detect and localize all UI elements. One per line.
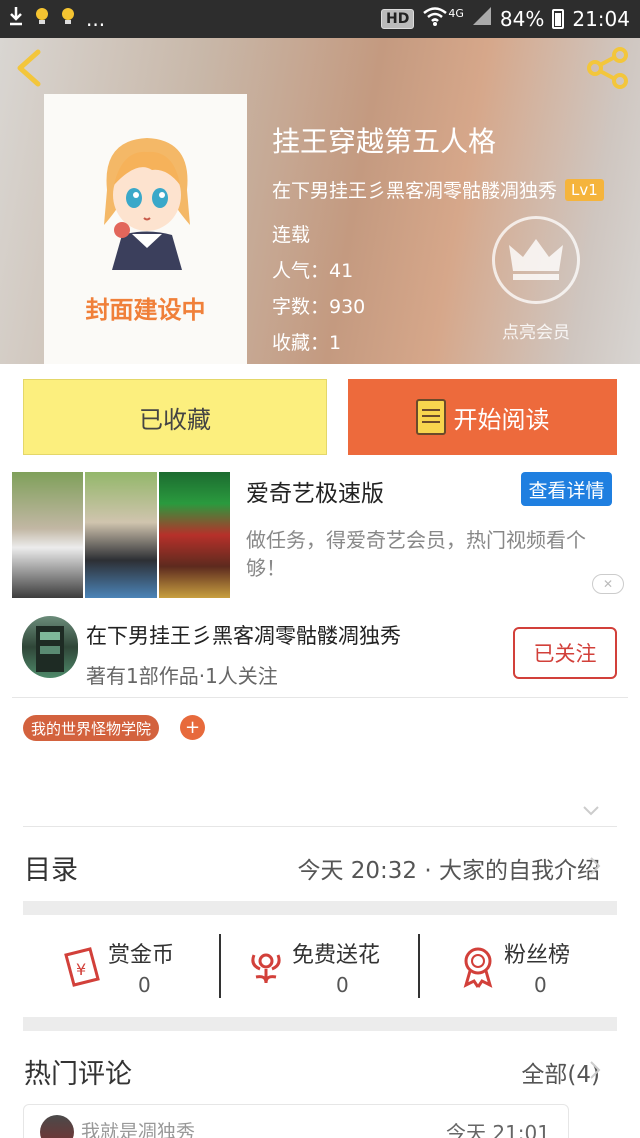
medal-icon [463,947,493,988]
stat-label: 赏金币 [108,943,175,968]
author-name: 在下男挂王彡黑客凋零骷髅凋独秀 [272,180,558,202]
tag-chip[interactable]: 我的世界怪物学院 [23,715,160,741]
anime-girl-illustration [104,138,190,270]
vip-label: 点亮会员 [502,323,570,343]
author-avatar[interactable] [22,616,78,678]
ad-thumbnails[interactable] [12,472,230,598]
share-icon [587,47,628,89]
lightbulb-icon [34,6,50,31]
start-reading-button[interactable]: 开始阅读 [348,379,617,455]
stat-value: 0 [534,973,547,997]
start-reading-label: 开始阅读 [453,405,550,434]
battery-icon [552,8,565,29]
author-line[interactable]: 在下男挂王彡黑客凋零骷髅凋独秀 Lv1 [272,176,604,203]
ad-thumbnail [12,472,84,598]
crown-icon [509,239,563,280]
svg-text:¥: ¥ [76,960,86,979]
stat-value: 0 [138,973,151,997]
network-type: 4G [448,7,464,20]
ad-description: 做任务，得爱奇艺会员，热门视频看个够！ [246,528,586,580]
comment-time: 今天 21:01 [446,1121,550,1138]
section-separator [23,1017,617,1031]
chevron-right-icon [590,1061,601,1079]
section-separator [23,901,617,915]
hd-badge: HD [381,8,415,29]
clock: 21:04 [572,6,630,31]
stat-label: 免费送花 [292,943,381,968]
ad-thumbnail [85,472,157,598]
share-button[interactable] [586,46,630,90]
reward-coin-button[interactable]: ¥ 赏金币 0 [58,935,208,1001]
divider [12,697,628,698]
add-tag-button[interactable]: + [180,715,205,740]
hot-comments-label: 热门评论 [24,1059,132,1090]
flower-icon [251,953,281,984]
more-notifications: ... [86,6,106,31]
chevron-right-icon [590,857,601,875]
book-header: 封面建设中 挂王穿越第五人格 在下男挂王彡黑客凋零骷髅凋独秀 Lv1 连载 人气… [0,38,640,364]
ad-close-button[interactable]: ✕ [592,574,624,594]
status-bar: ... HD 4G 84% 21:04 [0,0,640,38]
back-button[interactable] [12,48,48,88]
follow-button[interactable]: 已关注 [513,627,617,679]
ad-thumbnail [158,472,230,598]
wifi-icon [422,6,448,31]
word-count: 字数：930 [272,296,366,318]
cover-placeholder-text: 封面建设中 [85,296,206,324]
favorites-count: 收藏：1 [272,332,342,354]
battery-percent: 84% [499,6,545,31]
author-card-name[interactable]: 在下男挂王彡黑客凋零骷髅凋独秀 [86,620,401,650]
ad-title[interactable]: 爱奇艺极速版 [246,474,384,508]
commenter-name: 我就是凋独秀 [81,1121,196,1138]
vip-button[interactable] [492,216,580,304]
commenter-avatar[interactable] [40,1115,74,1138]
stat-label: 粉丝榜 [504,943,571,968]
author-card-stats: 著有1部作品·1人关注 [86,664,278,688]
vertical-divider [219,934,221,998]
catalog-label[interactable]: 目录 [24,848,78,887]
book-icon [415,399,446,435]
chevron-down-icon[interactable] [582,804,600,818]
book-cover[interactable]: 封面建设中 [44,94,247,364]
lightbulb-icon [60,6,76,31]
stat-value: 0 [336,973,349,997]
comment-item[interactable]: 我就是凋独秀 今天 21:01 [23,1104,569,1138]
serial-status: 连载 [272,224,311,246]
send-flower-button[interactable]: 免费送花 0 [246,935,406,1001]
popularity: 人气：41 [272,260,354,282]
reward-coin-icon: ¥ [64,947,100,987]
avatar-image [36,626,64,672]
collected-button[interactable]: 已收藏 [23,379,327,455]
download-icon [8,6,24,31]
signal-icon [472,6,492,31]
latest-chapter[interactable]: 今天 20:32 · 大家的自我介绍 [297,851,600,885]
book-title: 挂王穿越第五人格 [272,125,497,158]
vertical-divider [418,934,420,998]
divider [23,826,617,827]
fan-ranking-button[interactable]: 粉丝榜 0 [458,935,598,1001]
ad-detail-button[interactable]: 查看详情 [521,472,612,506]
collected-label: 已收藏 [139,405,211,434]
level-badge: Lv1 [565,178,604,201]
chevron-left-icon [17,49,41,87]
